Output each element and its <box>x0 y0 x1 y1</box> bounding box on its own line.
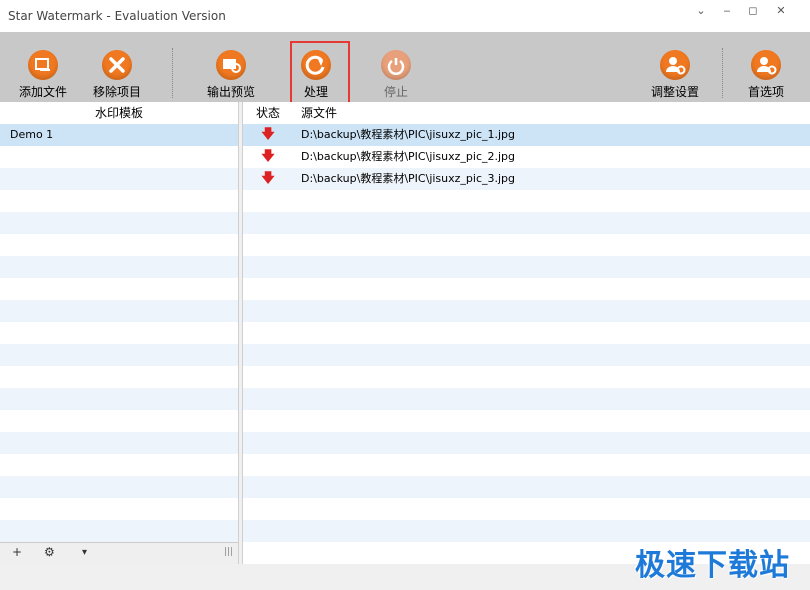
toolbar: 添加文件 移除项目 输出预览 处理 停止 调整设置 首选项 <box>0 32 810 102</box>
file-path: D:\backup\教程素材\PIC\jisuxz_pic_1.jpg <box>301 128 516 141</box>
stop-icon <box>381 50 411 80</box>
toolbar-separator <box>722 48 724 98</box>
resize-grip-icon[interactable]: ||| <box>224 547 233 557</box>
toolbar-separator <box>172 48 174 98</box>
adjust-settings-label: 调整设置 <box>650 85 699 99</box>
add-template-button[interactable]: + <box>12 545 22 559</box>
status-column-header[interactable]: 状态 <box>243 102 293 124</box>
file-path: D:\backup\教程素材\PIC\jisuxz_pic_2.jpg <box>301 150 516 163</box>
stop-button[interactable]: 停止 <box>366 32 426 102</box>
pending-arrow-icon: 🡇 <box>261 171 275 186</box>
template-footer: + ⚙ ▾ ||| <box>0 542 238 565</box>
file-path: D:\backup\教程素材\PIC\jisuxz_pic_3.jpg <box>301 172 516 185</box>
output-preview-label: 输出预览 <box>206 85 255 99</box>
source-file-column-header[interactable]: 源文件 <box>301 102 338 124</box>
add-file-button[interactable]: 添加文件 <box>10 32 76 102</box>
menu-icon[interactable]: ⌄ <box>688 2 714 20</box>
process-highlight-box <box>290 41 350 106</box>
template-list: Demo 1 <box>0 124 238 586</box>
remove-item-label: 移除项目 <box>92 85 141 99</box>
add-file-icon <box>28 50 58 80</box>
close-button[interactable]: ✕ <box>768 2 794 20</box>
table-row[interactable]: 🡇 D:\backup\教程素材\PIC\jisuxz_pic_1.jpg <box>243 124 810 146</box>
table-row[interactable]: 🡇 D:\backup\教程素材\PIC\jisuxz_pic_3.jpg <box>243 168 810 190</box>
template-panel: 水印模板 Demo 1 + ⚙ ▾ ||| <box>0 102 239 586</box>
site-watermark: 极速下载站 <box>635 548 790 583</box>
adjust-settings-button[interactable]: 调整设置 <box>640 32 710 102</box>
preview-icon <box>216 50 246 80</box>
maximize-button[interactable]: ◻ <box>740 2 766 20</box>
preferences-icon <box>751 50 781 80</box>
output-preview-button[interactable]: 输出预览 <box>196 32 266 102</box>
chevron-down-icon[interactable]: ▾ <box>82 547 87 558</box>
pending-arrow-icon: 🡇 <box>261 149 275 164</box>
template-item[interactable]: Demo 1 <box>0 124 238 146</box>
file-list-panel: 状态 源文件 🡇 D:\backup\教程素材\PIC\jisuxz_pic_1… <box>242 102 810 586</box>
table-row[interactable]: 🡇 D:\backup\教程素材\PIC\jisuxz_pic_2.jpg <box>243 146 810 168</box>
template-column-header[interactable]: 水印模板 <box>0 102 238 124</box>
preferences-button[interactable]: 首选项 <box>736 32 796 102</box>
stop-label: 停止 <box>383 85 408 99</box>
add-file-label: 添加文件 <box>18 85 67 99</box>
window-title: Star Watermark - Evaluation Version <box>8 9 226 23</box>
title-bar: Star Watermark - Evaluation Version ⌄ ‒ … <box>0 0 810 32</box>
adjust-settings-icon <box>660 50 690 80</box>
gear-icon[interactable]: ⚙ <box>44 545 55 559</box>
preferences-label: 首选项 <box>747 85 784 99</box>
remove-icon <box>102 50 132 80</box>
remove-item-button[interactable]: 移除项目 <box>84 32 150 102</box>
file-list: 🡇 D:\backup\教程素材\PIC\jisuxz_pic_1.jpg 🡇 … <box>243 124 810 586</box>
pending-arrow-icon: 🡇 <box>261 127 275 142</box>
minimize-button[interactable]: ‒ <box>714 2 740 20</box>
